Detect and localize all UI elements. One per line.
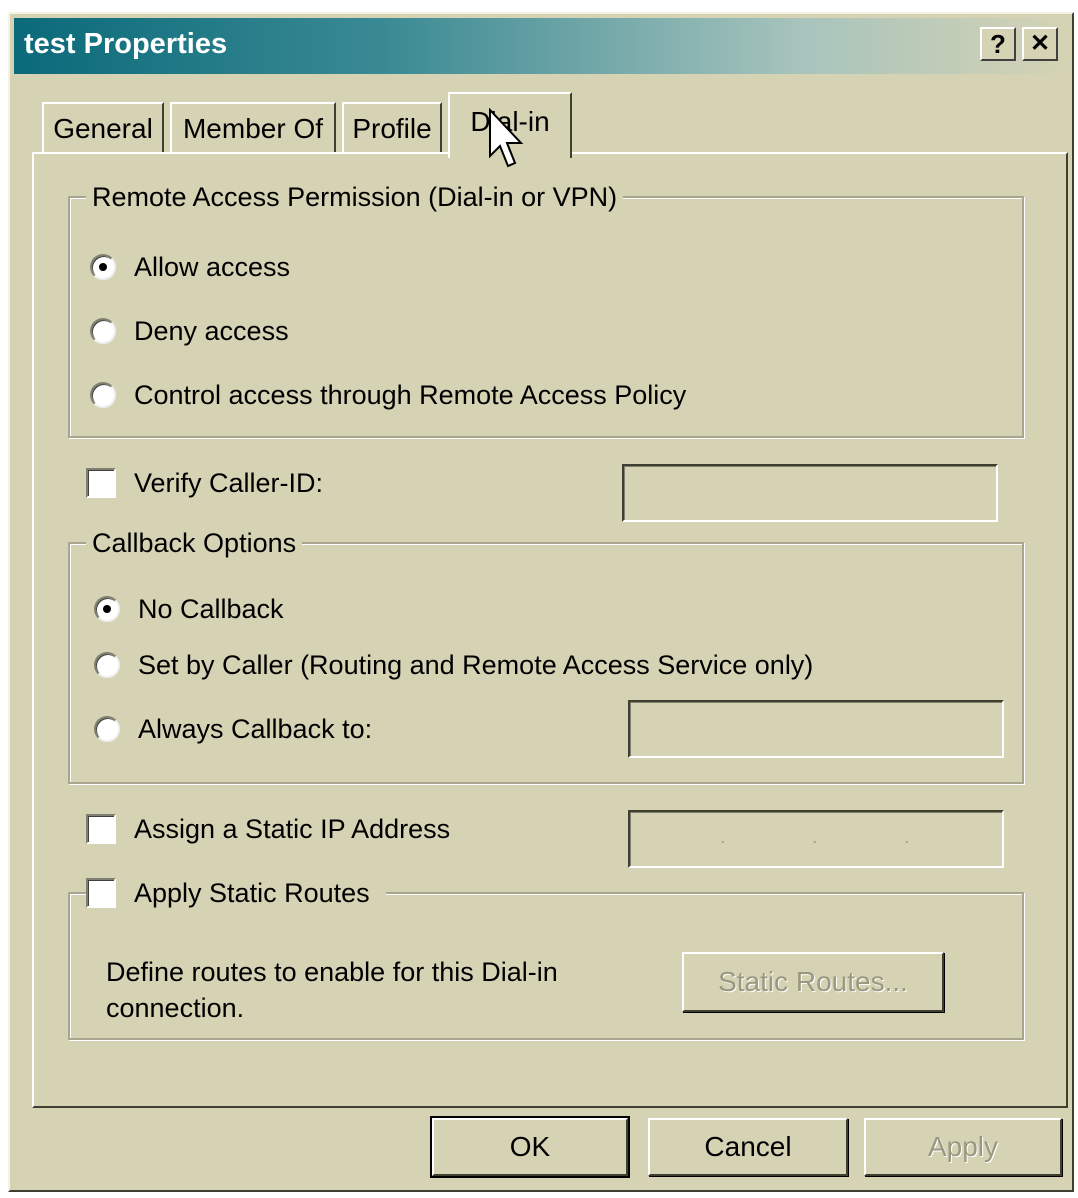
radio-label: Deny access (134, 316, 289, 346)
title-bar[interactable]: test Properties ? ✕ (14, 18, 1068, 74)
tab-general[interactable]: General (42, 102, 164, 152)
callback-number-input[interactable] (628, 700, 1004, 758)
radio-always-callback[interactable]: Always Callback to: (94, 712, 372, 746)
static-routes-description-line1: Define routes to enable for this Dial-in (106, 957, 558, 987)
remote-access-legend: Remote Access Permission (Dial-in or VPN… (86, 180, 624, 214)
radio-button[interactable] (94, 716, 120, 742)
ok-button[interactable]: OK (430, 1116, 630, 1178)
verify-caller-id-checkbox[interactable]: Verify Caller-ID: (86, 466, 323, 500)
close-icon[interactable]: ✕ (1022, 27, 1058, 61)
static-ip-input[interactable]: . . . (628, 810, 1004, 868)
radio-control-access-policy[interactable]: Control access through Remote Access Pol… (90, 378, 686, 412)
help-icon[interactable]: ? (980, 27, 1016, 61)
dial-in-panel: Remote Access Permission (Dial-in or VPN… (32, 152, 1068, 1108)
radio-label: Allow access (134, 252, 291, 282)
checkbox[interactable] (86, 878, 116, 908)
checkbox-label: Verify Caller-ID: (134, 468, 324, 498)
cancel-button[interactable]: Cancel (648, 1118, 848, 1176)
radio-set-by-caller[interactable]: Set by Caller (Routing and Remote Access… (94, 648, 813, 682)
caller-id-input[interactable] (622, 464, 998, 522)
static-routes-checkbox[interactable]: Apply Static Routes (86, 876, 386, 910)
apply-button[interactable]: Apply (864, 1118, 1062, 1176)
static-ip-checkbox[interactable]: Assign a Static IP Address (86, 812, 450, 846)
checkbox-label: Assign a Static IP Address (134, 814, 451, 844)
radio-label: Always Callback to: (138, 714, 373, 744)
radio-label: No Callback (138, 594, 284, 624)
radio-label: Control access through Remote Access Pol… (134, 380, 687, 410)
radio-no-callback[interactable]: No Callback (94, 592, 284, 626)
radio-label: Set by Caller (Routing and Remote Access… (138, 650, 814, 680)
tab-profile[interactable]: Profile (342, 102, 442, 152)
radio-button[interactable] (90, 318, 116, 344)
ip-dot: . (720, 826, 726, 848)
radio-button[interactable] (94, 596, 120, 622)
checkbox-label: Apply Static Routes (134, 878, 370, 908)
checkbox[interactable] (86, 468, 116, 498)
radio-button[interactable] (90, 254, 116, 280)
checkbox[interactable] (86, 814, 116, 844)
ip-dot: . (904, 826, 910, 848)
static-routes-button[interactable]: Static Routes... (682, 952, 944, 1012)
radio-allow-access[interactable]: Allow access (90, 250, 290, 284)
properties-dialog: test Properties ? ✕ General Member Of Pr… (8, 12, 1074, 1192)
callback-options-legend: Callback Options (86, 526, 303, 560)
radio-button[interactable] (90, 382, 116, 408)
static-routes-description-line2: connection. (106, 993, 245, 1023)
mouse-pointer-icon (489, 108, 524, 168)
radio-deny-access[interactable]: Deny access (90, 314, 289, 348)
radio-button[interactable] (94, 652, 120, 678)
ip-dot: . (812, 826, 818, 848)
tab-member-of[interactable]: Member Of (170, 102, 336, 152)
window-title: test Properties (24, 28, 228, 60)
